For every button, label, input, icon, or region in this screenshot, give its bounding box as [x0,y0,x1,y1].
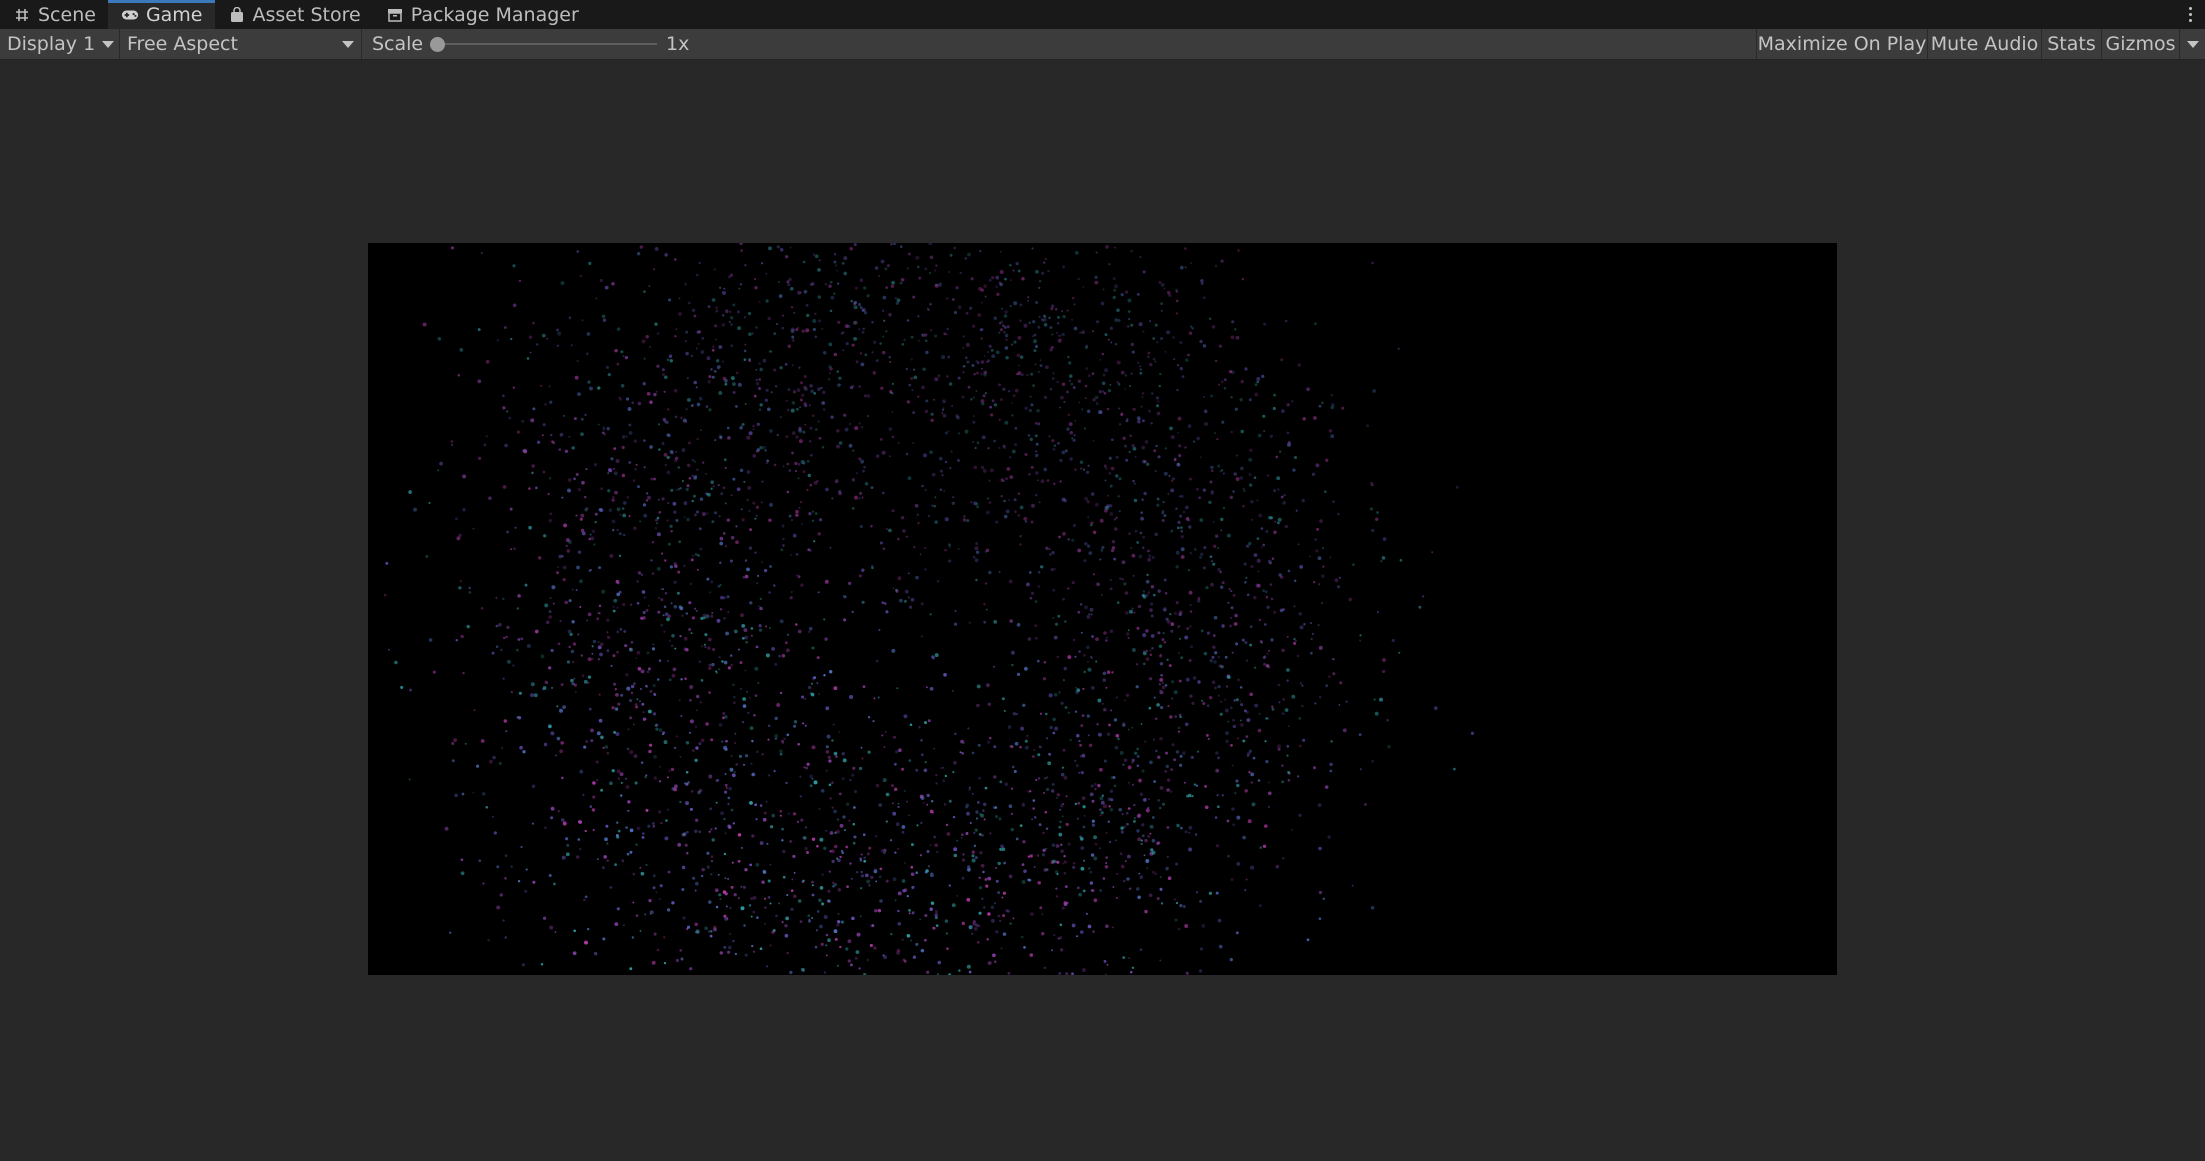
tab-game-label: Game [145,3,203,26]
window-tab-bar: Scene Game Asset Store Package Manager [0,0,2205,29]
grid-icon [13,6,31,24]
scale-slider-handle[interactable] [430,37,445,52]
toolbar-divider [119,29,120,59]
tab-game[interactable]: Game [107,0,215,29]
chevron-down-icon [2186,40,2199,48]
scale-label: Scale [372,33,424,55]
aspect-dropdown-label: Free Aspect [127,33,238,55]
toolbar-divider [361,29,362,59]
chevron-down-icon [102,41,114,48]
tab-asset-store-label: Asset Store [252,3,361,26]
scale-value: 1x [666,33,690,55]
particle-ring [383,243,1475,975]
gizmos-button[interactable]: Gizmos [2101,29,2179,59]
gamepad-icon [121,6,139,24]
scale-slider-track[interactable] [437,43,657,45]
stats-button[interactable]: Stats [2041,29,2101,59]
mute-audio-button[interactable]: Mute Audio [1927,29,2041,59]
chevron-down-icon [342,41,354,48]
bag-icon [228,6,246,24]
aspect-dropdown[interactable]: Free Aspect [127,29,357,59]
tab-asset-store[interactable]: Asset Store [215,0,373,29]
more-options-icon[interactable] [2187,3,2193,25]
maximize-on-play-button[interactable]: Maximize On Play [1756,29,1927,59]
display-dropdown-label: Display 1 [7,33,96,55]
game-view-render[interactable] [368,243,1837,975]
gizmos-dropdown[interactable] [2179,29,2205,59]
tab-package-manager[interactable]: Package Manager [373,0,591,29]
tab-scene[interactable]: Scene [0,0,108,29]
display-dropdown[interactable]: Display 1 [7,29,117,59]
package-icon [386,6,404,24]
game-view-toolbar: Display 1 Free Aspect Scale 1x Maximize … [0,29,2205,60]
tab-package-manager-label: Package Manager [410,3,579,26]
tab-scene-label: Scene [38,3,96,26]
